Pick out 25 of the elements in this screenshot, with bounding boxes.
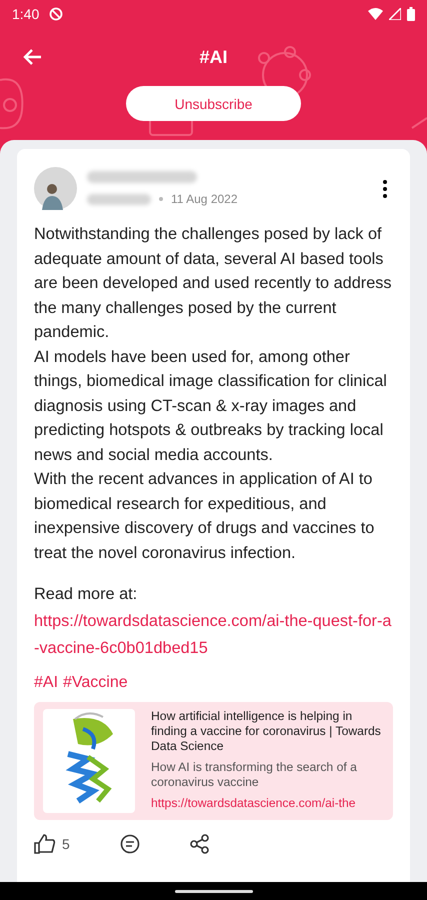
article-link[interactable]: https://towardsdatascience.com/ai-the-quest-for-a-vaccine-6c0b01dbed15	[34, 608, 393, 662]
read-more-label: Read more at:	[34, 584, 138, 605]
unsubscribe-button[interactable]: Unsubscribe	[126, 86, 301, 121]
status-time: 1:40	[12, 6, 40, 22]
hashtag-link[interactable]: #AI	[34, 674, 58, 692]
link-preview[interactable]: How artificial intelligence is helping in finding a vaccine for coronavirus | Towards Data Science How AI is transforming the search of a coronavirus vaccine https://towardsdatascience.com/ai-the	[34, 702, 393, 820]
hashtag-link[interactable]: #Vaccine	[63, 674, 128, 692]
signal-icon	[389, 8, 401, 20]
post-text: With the recent advances in application of AI to biomedical research for expeditious, and inexpensive discovery of drugs and vaccines to treat the novel coronavirus infection.	[34, 469, 376, 564]
post-text: Notwithstanding the challenges posed by lack of adequate amount of data, several AI based tools are been developed and used recently to address the many challenges posed by the current pandemic.	[34, 224, 393, 343]
preview-title: How artificial intelligence is helping in finding a vaccine for coronavirus | Towards Data Science	[151, 709, 382, 754]
preview-description: How AI is transforming the search of a coronavirus vaccine	[151, 760, 358, 790]
home-indicator[interactable]	[174, 890, 252, 892]
avatar	[34, 167, 77, 210]
like-button[interactable]: 5	[34, 834, 70, 854]
blurred-handle	[87, 194, 151, 204]
wifi-icon	[368, 8, 383, 20]
share-icon[interactable]	[190, 834, 210, 854]
sync-off-icon	[49, 7, 64, 21]
preview-url: https://towardsdatascience.com/ai-the	[151, 796, 357, 811]
comment-icon[interactable]	[120, 834, 140, 854]
battery-icon	[407, 7, 415, 21]
post-date: 11 Aug 2022	[171, 192, 238, 206]
page-title: #AI	[200, 46, 228, 68]
post-text: AI models have been used for, among other things, biomedical image classification for clinical diagnosis using CT-scan & x-ray images and predicting hotspots & outbreaks by tracking local news and social media accounts.	[34, 346, 388, 466]
